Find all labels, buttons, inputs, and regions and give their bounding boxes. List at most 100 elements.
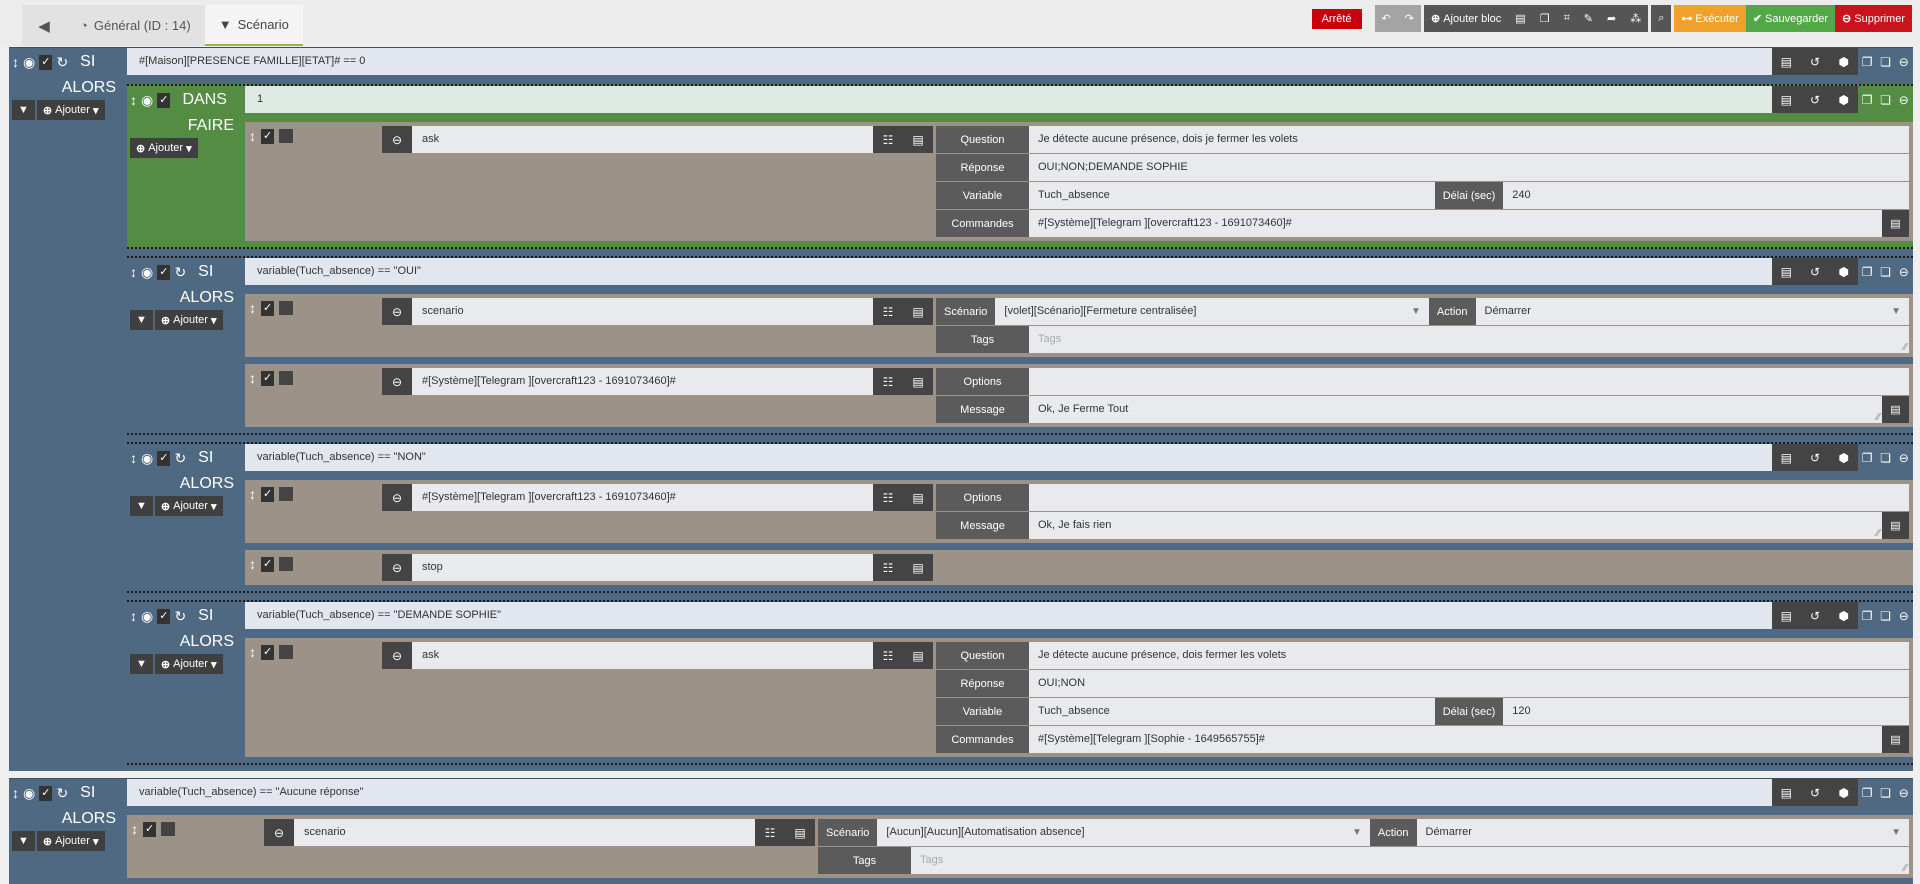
param-field[interactable]: Démarrer ▼ bbox=[1416, 819, 1909, 846]
remove-icon[interactable]: ⊖ bbox=[1895, 258, 1913, 285]
enable-checkbox[interactable]: ✓ bbox=[39, 785, 53, 801]
action-input[interactable]: scenario bbox=[412, 298, 873, 325]
eye-icon[interactable]: ◉ bbox=[141, 264, 153, 281]
resize-handle-icon[interactable]: ⁄⁄ bbox=[1904, 334, 1907, 353]
remove-action-button[interactable]: ⊖ bbox=[382, 368, 412, 395]
param-field[interactable]: 120 bbox=[1503, 698, 1910, 725]
options-list-icon[interactable]: ☷ bbox=[873, 642, 903, 669]
enable-checkbox[interactable]: ✓ bbox=[261, 128, 275, 144]
select-command-icon[interactable]: ▤ bbox=[785, 819, 815, 846]
paste-icon[interactable]: ❏ bbox=[1876, 444, 1894, 471]
delete-button[interactable]: ⊖ Supprimer bbox=[1835, 5, 1912, 32]
remove-icon[interactable]: ⊖ bbox=[1895, 48, 1913, 75]
collapse-button[interactable]: ▼ bbox=[12, 100, 35, 120]
enable-checkbox[interactable]: ✓ bbox=[261, 556, 275, 572]
edit-icon[interactable]: ✎ bbox=[1577, 5, 1600, 32]
collapse-button[interactable]: ▼ bbox=[130, 496, 153, 516]
add-button[interactable]: ⊕ Ajouter ▾ bbox=[154, 654, 223, 674]
add-button[interactable]: ⊕ Ajouter ▾ bbox=[130, 138, 198, 158]
eye-icon[interactable]: ◉ bbox=[23, 54, 35, 71]
refresh-icon[interactable]: ↻ bbox=[56, 54, 68, 71]
cube-icon[interactable]: ⬢ bbox=[1829, 779, 1858, 806]
options-list-icon[interactable]: ☷ bbox=[873, 368, 903, 395]
cube-icon[interactable]: ⬢ bbox=[1829, 444, 1858, 471]
paste-icon[interactable]: ❏ bbox=[1876, 779, 1894, 806]
drag-handle-icon[interactable]: ↕ bbox=[249, 370, 256, 386]
copy-icon[interactable]: ❐ bbox=[1858, 602, 1876, 629]
drag-handle-icon[interactable]: ↕ bbox=[130, 608, 137, 624]
param-field[interactable]: OUI;NON bbox=[1029, 670, 1909, 697]
param-field[interactable] bbox=[1029, 368, 1909, 395]
options-list-icon[interactable]: ☷ bbox=[873, 554, 903, 581]
action-input[interactable]: #[Système][Telegram ][overcraft123 - 169… bbox=[412, 484, 873, 511]
search-icon[interactable]: ⌕ bbox=[1651, 5, 1671, 32]
select-command-icon[interactable]: ▤ bbox=[903, 368, 933, 395]
history-icon[interactable]: ↺ bbox=[1801, 779, 1830, 806]
drag-handle-icon[interactable]: ↕ bbox=[130, 450, 137, 466]
cube-icon[interactable]: ⬢ bbox=[1829, 86, 1858, 113]
select-command-icon[interactable]: ▤ bbox=[903, 642, 933, 669]
param-field[interactable]: Je détecte aucune présence, dois fermer … bbox=[1029, 642, 1909, 669]
cubes-icon[interactable]: ⁂ bbox=[1623, 5, 1648, 32]
add-button[interactable]: ⊕ Ajouter ▾ bbox=[154, 496, 223, 516]
tab-general[interactable]: ◔ Général (ID : 14) bbox=[66, 5, 205, 46]
resize-handle-icon[interactable]: ⁄⁄ bbox=[1877, 404, 1880, 423]
action-input[interactable]: stop bbox=[412, 554, 873, 581]
condition-input[interactable]: variable(Tuch_absence) == "Aucune répons… bbox=[127, 779, 1772, 806]
condition-input[interactable]: variable(Tuch_absence) == "OUI" bbox=[245, 258, 1772, 285]
caret-down-icon[interactable]: ▼ bbox=[1352, 819, 1362, 846]
options-list-icon[interactable]: ☷ bbox=[873, 298, 903, 325]
expression-icon[interactable]: ▤ bbox=[1772, 444, 1801, 471]
remove-action-button[interactable]: ⊖ bbox=[382, 554, 412, 581]
options-list-icon[interactable]: ☷ bbox=[873, 484, 903, 511]
undo-icon[interactable]: ↶ bbox=[1375, 5, 1398, 32]
expand-icon[interactable]: ⌗ bbox=[1557, 5, 1577, 32]
remove-icon[interactable]: ⊖ bbox=[1895, 86, 1913, 113]
select-command-icon[interactable]: ▤ bbox=[903, 298, 933, 325]
copy-icon[interactable]: ❐ bbox=[1858, 258, 1876, 285]
select-command-icon[interactable]: ▤ bbox=[1882, 396, 1909, 423]
eye-icon[interactable]: ◉ bbox=[23, 785, 35, 802]
enable-checkbox[interactable]: ✓ bbox=[39, 54, 53, 70]
parallel-checkbox[interactable] bbox=[161, 822, 176, 836]
param-field[interactable]: Je détecte aucune présence, dois je ferm… bbox=[1029, 126, 1909, 153]
eye-icon[interactable]: ◉ bbox=[141, 92, 153, 109]
eye-icon[interactable]: ◉ bbox=[141, 450, 153, 467]
paste-icon[interactable]: ❏ bbox=[1876, 48, 1894, 75]
remove-action-button[interactable]: ⊖ bbox=[264, 819, 294, 846]
cube-icon[interactable]: ⬢ bbox=[1829, 258, 1858, 285]
expression-icon[interactable]: ▤ bbox=[1772, 48, 1801, 75]
select-command-icon[interactable]: ▤ bbox=[903, 484, 933, 511]
eye-icon[interactable]: ◉ bbox=[141, 608, 153, 625]
paste-icon[interactable]: ❏ bbox=[1876, 258, 1894, 285]
add-button[interactable]: ⊕ Ajouter ▾ bbox=[154, 310, 223, 330]
remove-icon[interactable]: ⊖ bbox=[1895, 779, 1913, 806]
condition-input[interactable]: 1 bbox=[245, 86, 1772, 113]
redo-icon[interactable]: ↷ bbox=[1398, 5, 1421, 32]
action-input[interactable]: ask bbox=[412, 642, 873, 669]
caret-down-icon[interactable]: ▼ bbox=[1891, 819, 1901, 846]
back-button[interactable]: ◀ bbox=[22, 5, 66, 46]
refresh-icon[interactable]: ↻ bbox=[56, 785, 68, 802]
enable-checkbox[interactable]: ✓ bbox=[157, 92, 171, 108]
share-icon[interactable]: ➦ bbox=[1600, 5, 1623, 32]
param-field[interactable]: Tags ⁄⁄ bbox=[1029, 326, 1909, 353]
expression-icon[interactable]: ▤ bbox=[1772, 258, 1801, 285]
expression-icon[interactable]: ▤ bbox=[1772, 779, 1801, 806]
history-icon[interactable]: ↺ bbox=[1801, 258, 1830, 285]
enable-checkbox[interactable]: ✓ bbox=[143, 821, 157, 837]
file-icon[interactable]: ▤ bbox=[1508, 5, 1532, 32]
options-list-icon[interactable]: ☷ bbox=[873, 126, 903, 153]
drag-handle-icon[interactable]: ↕ bbox=[249, 128, 256, 144]
param-field[interactable]: #[Système][Telegram ][Sophie - 164956575… bbox=[1029, 726, 1882, 753]
remove-action-button[interactable]: ⊖ bbox=[382, 126, 412, 153]
remove-action-button[interactable]: ⊖ bbox=[382, 484, 412, 511]
cube-icon[interactable]: ⬢ bbox=[1829, 602, 1858, 629]
caret-down-icon[interactable]: ▼ bbox=[1891, 298, 1901, 325]
condition-input[interactable]: #[Maison][PRESENCE FAMILLE][ETAT]# == 0 bbox=[127, 48, 1772, 75]
history-icon[interactable]: ↺ bbox=[1801, 444, 1830, 471]
select-command-icon[interactable]: ▤ bbox=[1882, 210, 1909, 237]
condition-input[interactable]: variable(Tuch_absence) == "NON" bbox=[245, 444, 1772, 471]
enable-checkbox[interactable]: ✓ bbox=[157, 608, 171, 624]
remove-icon[interactable]: ⊖ bbox=[1895, 444, 1913, 471]
